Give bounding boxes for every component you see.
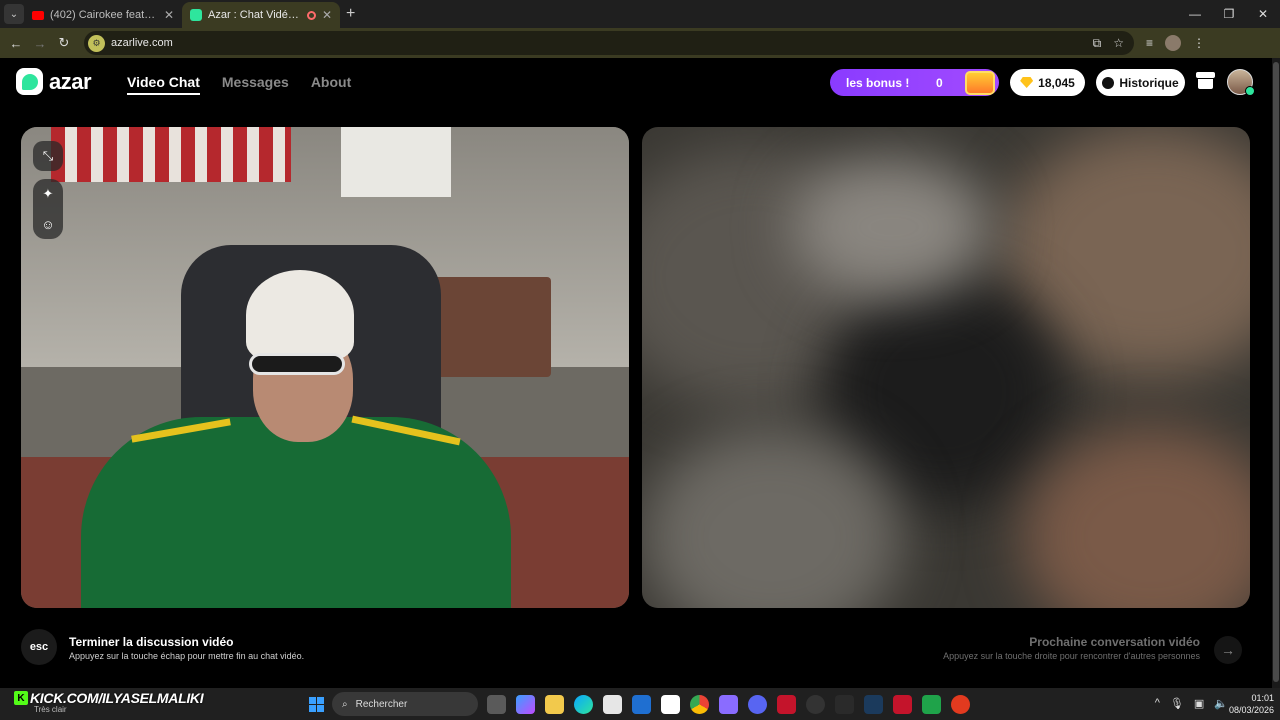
- close-icon[interactable]: ✕: [322, 8, 332, 22]
- close-window-icon[interactable]: ✕: [1246, 0, 1280, 28]
- omnibox[interactable]: ⚙ azarlive.com ⧉ ☆: [84, 31, 1134, 55]
- gems-button[interactable]: 18,045: [1010, 69, 1085, 96]
- youtube-icon: [32, 10, 44, 20]
- system-clock[interactable]: 01:01 08/03/2026: [1229, 692, 1274, 716]
- netflix-icon[interactable]: [893, 695, 912, 714]
- tab-youtube[interactable]: (402) Cairokee feat. Tarek El-Sh ✕: [24, 2, 182, 28]
- bonus-count: 0: [936, 75, 943, 90]
- back-icon[interactable]: ←: [4, 36, 28, 51]
- nav-messages[interactable]: Messages: [222, 74, 289, 95]
- clock-date: 08/03/2026: [1228, 705, 1274, 715]
- bookmark-star-icon[interactable]: ☆: [1113, 36, 1124, 51]
- clock-icon: [1102, 76, 1115, 89]
- next-chat-title: Prochaine conversation vidéo: [1029, 635, 1200, 649]
- remote-video: [642, 127, 1250, 608]
- history-label: Historique: [1119, 75, 1179, 90]
- microphone-icon[interactable]: 🎙: [1170, 697, 1184, 710]
- speaker-icon[interactable]: 🔈: [1214, 697, 1228, 710]
- minimize-video-icon[interactable]: ⤡: [33, 141, 63, 171]
- site-info-icon[interactable]: ⚙: [88, 34, 105, 52]
- play-icon[interactable]: [922, 695, 941, 714]
- nav-about[interactable]: About: [311, 74, 351, 95]
- clock-time: 01:01: [1251, 693, 1274, 703]
- profile-icon[interactable]: [1165, 35, 1182, 51]
- bonus-label: les bonus !: [846, 75, 910, 90]
- copilot-icon[interactable]: [516, 695, 535, 714]
- file-explorer-icon[interactable]: [545, 695, 564, 714]
- discord-icon[interactable]: [748, 695, 767, 714]
- end-chat-button[interactable]: esc: [21, 629, 57, 665]
- tab-search-button[interactable]: ⌄: [4, 4, 24, 24]
- chrome-icon[interactable]: [690, 695, 709, 714]
- nav-video-chat[interactable]: Video Chat: [127, 74, 200, 95]
- arrow-right-icon: →: [1221, 642, 1235, 658]
- taskbar: K KICK.COM/ILYASELMALIKI Très clair ⌕ Re…: [0, 688, 1280, 720]
- store-icon[interactable]: [1196, 72, 1215, 90]
- obs-icon[interactable]: [806, 695, 825, 714]
- new-tab-button[interactable]: +: [346, 5, 355, 23]
- effects-toolbar: ✦ ☺: [33, 179, 63, 239]
- browser-tab-bar: ⌄ (402) Cairokee feat. Tarek El-Sh ✕ Aza…: [0, 0, 1280, 28]
- gems-count: 18,045: [1038, 75, 1075, 90]
- next-chat-button[interactable]: →: [1214, 636, 1242, 664]
- system-tray: ^ 🎙 ▣ 🔈: [1155, 697, 1228, 710]
- video-tools: ⤡ ✦ ☺: [33, 141, 63, 239]
- local-video: ⤡ ✦ ☺: [21, 127, 629, 608]
- azar-icon: [190, 9, 202, 21]
- end-chat-title: Terminer la discussion vidéo: [69, 635, 234, 649]
- avatar[interactable]: [1227, 69, 1255, 96]
- steam-icon[interactable]: [864, 695, 883, 714]
- stream-overlay-text: KICK.COM/ILYASELMALIKI: [30, 690, 204, 706]
- face-filter-icon[interactable]: ☺: [37, 213, 59, 235]
- azar-logo[interactable]: azar: [16, 68, 92, 95]
- kick-icon: K: [14, 691, 28, 705]
- gem-icon: [1020, 77, 1034, 88]
- weather-widget[interactable]: K KICK.COM/ILYASELMALIKI: [14, 690, 204, 706]
- main-nav: Video Chat Messages About: [127, 74, 351, 95]
- epic-icon[interactable]: [835, 695, 854, 714]
- pinned-apps: [487, 695, 970, 714]
- task-view-icon[interactable]: [487, 695, 506, 714]
- search-icon: ⌕: [342, 698, 348, 710]
- azar-app: azar Video Chat Messages About les bonus…: [0, 58, 1272, 688]
- logo-text: azar: [49, 68, 92, 94]
- tab-azar[interactable]: Azar : Chat Vidéo avec de n ✕: [182, 2, 340, 28]
- page-scrollbar[interactable]: [1272, 58, 1280, 688]
- chevron-up-icon[interactable]: ^: [1155, 697, 1160, 710]
- browser-menu-icon[interactable]: ⋮: [1193, 36, 1205, 50]
- weather-label: Très clair: [34, 705, 67, 714]
- reading-list-icon[interactable]: ≡: [1146, 36, 1153, 50]
- display-icon[interactable]: ▣: [1194, 697, 1204, 710]
- maximize-icon[interactable]: ❐: [1212, 0, 1246, 28]
- bonus-button[interactable]: les bonus ! 0: [830, 69, 999, 96]
- brawl-icon[interactable]: [951, 695, 970, 714]
- acrobat-icon[interactable]: [777, 695, 796, 714]
- outlook-icon[interactable]: [632, 695, 651, 714]
- history-button[interactable]: Historique: [1096, 69, 1185, 96]
- game-controller-icon[interactable]: [719, 695, 738, 714]
- install-app-icon[interactable]: ⧉: [1093, 36, 1102, 51]
- window-controls: — ❐ ✕: [1178, 0, 1280, 28]
- tab-label: Azar : Chat Vidéo avec de n: [208, 9, 301, 21]
- tab-label: (402) Cairokee feat. Tarek El-Sh: [50, 9, 158, 21]
- recording-icon: [306, 10, 316, 20]
- address-bar: ← → ↻ ⚙ azarlive.com ⧉ ☆ ≡ ⋮: [0, 28, 1280, 58]
- close-icon[interactable]: ✕: [164, 8, 174, 22]
- reload-icon[interactable]: ↻: [52, 35, 76, 51]
- search-placeholder: Rechercher: [355, 698, 408, 710]
- capcut-icon[interactable]: [661, 695, 680, 714]
- treasure-chest-icon: [965, 71, 995, 95]
- taskbar-search[interactable]: ⌕ Rechercher: [332, 692, 478, 716]
- azar-logo-icon: [16, 68, 43, 95]
- next-chat-subtitle: Appuyez sur la touche droite pour rencon…: [943, 651, 1200, 661]
- end-chat-subtitle: Appuyez sur la touche échap pour mettre …: [69, 651, 305, 661]
- store-app-icon[interactable]: [603, 695, 622, 714]
- magic-wand-icon[interactable]: ✦: [37, 183, 59, 205]
- forward-icon[interactable]: →: [28, 36, 52, 51]
- online-badge: [1245, 86, 1255, 96]
- windows-start-icon[interactable]: [309, 697, 324, 712]
- url-text[interactable]: azarlive.com: [111, 37, 173, 49]
- edge-icon[interactable]: [574, 695, 593, 714]
- minimize-icon[interactable]: —: [1178, 0, 1212, 28]
